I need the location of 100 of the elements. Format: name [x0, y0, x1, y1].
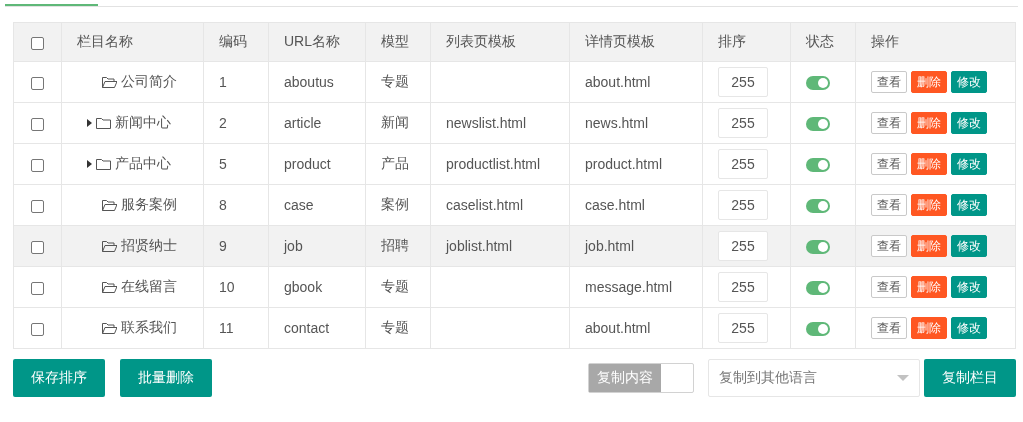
edit-button[interactable]: 修改: [951, 276, 987, 298]
column-header: 模型: [381, 33, 409, 49]
footer-button[interactable]: 保存排序: [13, 359, 105, 397]
view-button[interactable]: 查看: [871, 317, 907, 339]
sort-input[interactable]: 255: [718, 272, 768, 302]
copy-content-switch[interactable]: 复制内容: [588, 363, 694, 393]
detail-template: product.html: [585, 156, 663, 172]
url-name: case: [284, 197, 314, 213]
column-header: URL名称: [284, 33, 340, 49]
footer-button[interactable]: 批量删除: [120, 359, 212, 397]
url-name: gbook: [284, 279, 323, 295]
view-button[interactable]: 查看: [871, 112, 907, 134]
sort-input[interactable]: 255: [718, 190, 768, 220]
column-header: 排序: [718, 33, 746, 49]
column-header: 编码: [219, 33, 247, 49]
dropdown-caret-icon: [897, 375, 909, 381]
view-button[interactable]: 查看: [871, 276, 907, 298]
model-name: 招聘: [381, 237, 409, 253]
detail-template: about.html: [585, 320, 651, 336]
sort-input[interactable]: 255: [718, 67, 768, 97]
delete-button[interactable]: 删除: [911, 112, 947, 134]
row-checkbox[interactable]: [31, 158, 44, 172]
edit-button[interactable]: 修改: [951, 153, 987, 175]
status-toggle[interactable]: [806, 76, 830, 91]
sort-input[interactable]: 255: [718, 149, 768, 179]
column-header: 列表页模板: [446, 33, 516, 49]
status-toggle[interactable]: [806, 240, 830, 255]
detail-template: about.html: [585, 74, 651, 90]
delete-button[interactable]: 删除: [911, 194, 947, 216]
edit-button[interactable]: 修改: [951, 112, 987, 134]
url-name: article: [284, 115, 322, 131]
category-name: 服务案例: [121, 196, 177, 214]
category-code: 10: [219, 279, 235, 295]
model-name: 新闻: [381, 114, 409, 130]
status-toggle[interactable]: [806, 117, 830, 132]
copy-category-button[interactable]: 复制栏目: [924, 359, 1016, 397]
row-checkbox[interactable]: [31, 240, 44, 254]
row-checkbox[interactable]: [31, 117, 44, 131]
edit-button[interactable]: 修改: [951, 235, 987, 257]
url-name: job: [284, 238, 303, 254]
sort-input[interactable]: 255: [718, 313, 768, 343]
category-code: 2: [219, 115, 227, 131]
model-name: 案例: [381, 196, 409, 212]
delete-button[interactable]: 删除: [911, 235, 947, 257]
column-header: 详情页模板: [585, 33, 655, 49]
expand-caret-icon[interactable]: [87, 119, 92, 127]
row-checkbox[interactable]: [31, 199, 44, 213]
sort-input[interactable]: 255: [718, 231, 768, 261]
model-name: 专题: [381, 319, 409, 335]
category-code: 1: [219, 74, 227, 90]
url-name: aboutus: [284, 74, 334, 90]
delete-button[interactable]: 删除: [911, 317, 947, 339]
list-template: newslist.html: [446, 115, 527, 131]
status-toggle[interactable]: [806, 281, 830, 296]
detail-template: case.html: [585, 197, 645, 213]
view-button[interactable]: 查看: [871, 235, 907, 257]
detail-template: news.html: [585, 115, 649, 131]
expand-caret-icon[interactable]: [87, 160, 92, 168]
model-name: 产品: [381, 155, 409, 171]
row-checkbox[interactable]: [31, 76, 44, 90]
status-toggle[interactable]: [806, 199, 830, 214]
category-name: 招贤纳士: [121, 237, 177, 255]
category-code: 5: [219, 156, 227, 172]
select-all-checkbox[interactable]: [31, 36, 44, 50]
sort-input[interactable]: 255: [718, 108, 768, 138]
category-name: 联系我们: [121, 319, 177, 337]
detail-template: job.html: [585, 238, 635, 254]
url-name: product: [284, 156, 331, 172]
row-checkbox[interactable]: [31, 322, 44, 336]
status-toggle[interactable]: [806, 322, 830, 337]
view-button[interactable]: 查看: [871, 153, 907, 175]
edit-button[interactable]: 修改: [951, 317, 987, 339]
delete-button[interactable]: 删除: [911, 71, 947, 93]
edit-button[interactable]: 修改: [951, 194, 987, 216]
column-header: 操作: [871, 33, 899, 49]
list-template: joblist.html: [446, 238, 513, 254]
delete-button[interactable]: 删除: [911, 276, 947, 298]
edit-button[interactable]: 修改: [951, 71, 987, 93]
model-name: 专题: [381, 278, 409, 294]
category-name: 在线留言: [121, 278, 177, 296]
view-button[interactable]: 查看: [871, 194, 907, 216]
language-select[interactable]: 复制到其他语言: [708, 359, 920, 397]
row-checkbox[interactable]: [31, 281, 44, 295]
delete-button[interactable]: 删除: [911, 153, 947, 175]
list-template: productlist.html: [446, 156, 541, 172]
model-name: 专题: [381, 73, 409, 89]
column-header: 栏目名称: [77, 33, 133, 49]
folder-icon: [96, 117, 111, 129]
column-header: 状态: [806, 33, 834, 49]
category-code: 11: [219, 320, 234, 336]
category-name: 公司简介: [121, 73, 177, 91]
status-toggle[interactable]: [806, 158, 830, 173]
category-code: 9: [219, 238, 227, 254]
list-template: caselist.html: [446, 197, 524, 213]
folder-icon: [96, 158, 111, 170]
category-code: 8: [219, 197, 227, 213]
category-name: 产品中心: [115, 155, 171, 173]
url-name: contact: [284, 320, 330, 336]
category-name: 新闻中心: [115, 114, 171, 132]
view-button[interactable]: 查看: [871, 71, 907, 93]
